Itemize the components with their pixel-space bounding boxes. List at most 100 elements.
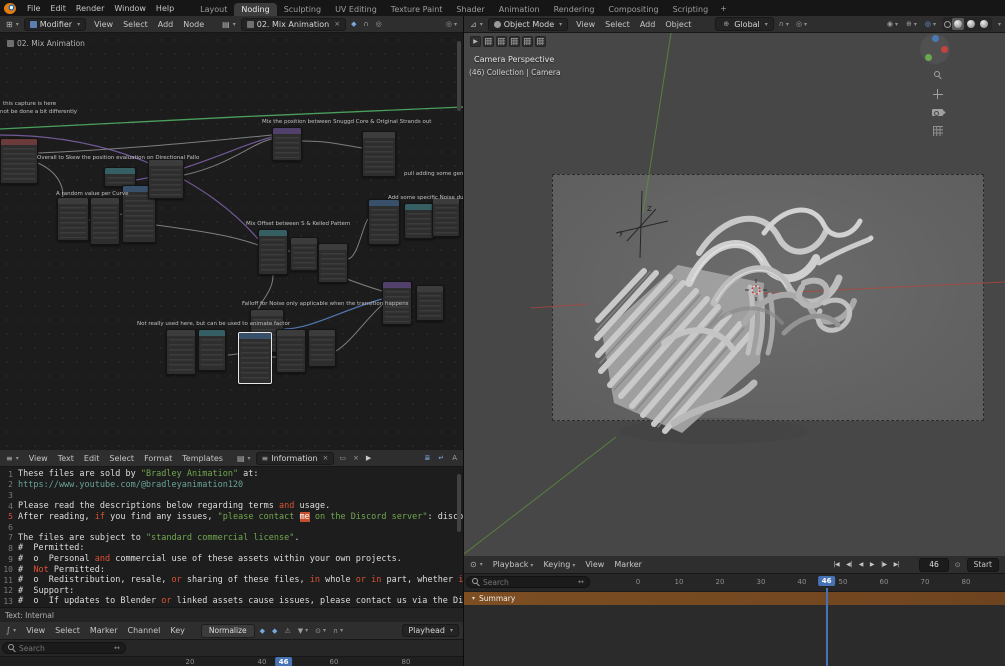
menu-playback[interactable]: Playback ▾ — [488, 559, 539, 570]
menu-object[interactable]: Object — [660, 19, 696, 30]
text-line[interactable]: 11 # o Redistribution, resale, or sharing… — [0, 575, 463, 586]
menu-window[interactable]: Window — [109, 3, 151, 14]
graph-node[interactable] — [318, 243, 348, 283]
normalize-button[interactable]: Normalize — [200, 623, 255, 638]
graph-node[interactable] — [90, 197, 120, 245]
playhead-badge[interactable]: 46 — [274, 657, 293, 666]
snap-magnet-icon[interactable]: ∩ ▾ — [331, 626, 345, 636]
graph-ruler[interactable]: 20 40 60 80 46 — [0, 656, 463, 666]
workspace-tab-animation[interactable]: Animation — [492, 3, 547, 16]
transport-jump-to-end[interactable]: ▶| — [891, 560, 903, 569]
blender-logo-icon[interactable] — [4, 2, 16, 14]
graph-search-field[interactable]: ↔ — [2, 642, 126, 654]
word-wrap-toggle[interactable]: ↵ — [436, 453, 446, 463]
workspace-tab-scripting[interactable]: Scripting — [666, 3, 716, 16]
text-line[interactable]: 7 The files are subject to "standard comm… — [0, 533, 463, 544]
orientation-dropdown[interactable]: ⊕ Global ▾ — [715, 17, 774, 31]
axis-x-handle[interactable] — [941, 46, 948, 53]
graph-node[interactable] — [238, 332, 272, 384]
menu-add[interactable]: Add — [153, 19, 179, 30]
menu-file[interactable]: File — [22, 3, 45, 14]
shading-wireframe-icon[interactable] — [943, 20, 951, 28]
grid-tool-icon[interactable] — [509, 36, 520, 47]
text-datablock[interactable]: ≡ Information × — [255, 451, 335, 465]
menu-view[interactable]: View — [24, 453, 53, 464]
proportional-icon[interactable]: ⊙ ▾ — [313, 626, 328, 636]
graph-node[interactable] — [166, 329, 196, 375]
menu-keying[interactable]: Keying ▾ — [538, 559, 580, 570]
pin-toggle[interactable]: ◆ — [349, 19, 358, 29]
overlays-toggle[interactable]: ◎ ▾ — [444, 19, 459, 29]
node-scrollbar[interactable] — [457, 41, 461, 111]
zoom-icon[interactable] — [933, 71, 942, 79]
shading-solid-button[interactable] — [951, 18, 964, 30]
node-canvas[interactable]: 02. Mix Animation this capture is here no… — [0, 33, 463, 450]
timeline-playhead[interactable] — [825, 588, 828, 666]
grid-tool-icon[interactable] — [522, 36, 533, 47]
transport-next-keyframe[interactable]: |▶ — [878, 560, 890, 569]
timeline-body[interactable] — [464, 605, 1005, 666]
playhead-dropdown[interactable]: Playhead ▾ — [402, 624, 459, 637]
workspace-tab-texture-paint[interactable]: Texture Paint — [384, 3, 450, 16]
add-workspace-button[interactable]: + — [715, 2, 732, 15]
playhead-badge[interactable]: 46 — [817, 576, 836, 586]
tree-type-dropdown[interactable]: Modifier ▾ — [23, 17, 87, 31]
toggle-grid-icon[interactable] — [932, 126, 943, 136]
menu-key[interactable]: Key — [165, 625, 190, 636]
text-line[interactable]: 2 https://www.youtube.com/@bradleyanimati… — [0, 480, 463, 491]
transport-prev-keyframe[interactable]: ◀| — [843, 560, 855, 569]
text-scrollbar[interactable] — [457, 474, 461, 532]
text-line[interactable]: 13 # o If updates to Blender or linked as… — [0, 596, 463, 607]
transport-play[interactable]: ▶ — [867, 560, 877, 569]
text-line[interactable]: 10 # Not Permitted: — [0, 564, 463, 575]
text-browse-button[interactable]: ▤ ▾ — [235, 453, 253, 464]
channel-summary-row[interactable]: ▾ Summary — [464, 592, 1005, 605]
menu-select[interactable]: Select — [118, 19, 153, 30]
unlink-icon[interactable]: × — [323, 454, 329, 462]
grid-tool-icon[interactable] — [483, 36, 494, 47]
graph-node[interactable] — [404, 203, 434, 239]
node-editor-type-button[interactable]: ⊞ ▾ — [4, 19, 21, 30]
close-text-icon[interactable]: × — [351, 453, 361, 463]
open-folder-icon[interactable]: ▭ — [337, 453, 348, 463]
text-line[interactable]: 8 # Permitted: — [0, 543, 463, 554]
graph-node[interactable] — [290, 237, 318, 271]
proportional-toggle[interactable]: ◎ — [374, 19, 384, 29]
mode-dropdown[interactable]: Object Mode ▾ — [487, 17, 569, 31]
nodetree-browse-button[interactable]: ▤ ▾ — [220, 19, 238, 30]
text-line[interactable]: 4 Please read the descriptions below rega… — [0, 501, 463, 512]
start-frame-field[interactable]: Start — [966, 557, 999, 572]
timeline-search-input[interactable] — [483, 577, 575, 587]
graph-node[interactable] — [272, 127, 302, 161]
graph-editor-type-button[interactable]: ∫ ▾ — [4, 625, 18, 636]
navigation-gizmo[interactable] — [920, 34, 950, 64]
menu-view[interactable]: View — [571, 19, 600, 30]
menu-render[interactable]: Render — [71, 3, 109, 14]
menu-templates[interactable]: Templates — [177, 453, 228, 464]
graph-node[interactable] — [198, 329, 226, 371]
menu-format[interactable]: Format — [139, 453, 177, 464]
menu-edit[interactable]: Edit — [45, 3, 71, 14]
menu-view[interactable]: View — [21, 625, 50, 636]
gizmos-dropdown[interactable]: ⊕ ▾ — [904, 19, 919, 29]
workspace-tab-uv-editing[interactable]: UV Editing — [328, 3, 384, 16]
text-line[interactable]: 6 — [0, 522, 463, 533]
menu-help[interactable]: Help — [151, 3, 179, 14]
menu-channel[interactable]: Channel — [123, 625, 166, 636]
graph-node[interactable] — [308, 329, 336, 367]
menu-view[interactable]: View — [580, 559, 609, 570]
menu-select[interactable]: Select — [600, 19, 635, 30]
text-line[interactable]: 5 After reading, if you find any issues, … — [0, 511, 463, 522]
unlink-icon[interactable]: × — [334, 20, 340, 28]
menu-marker[interactable]: Marker — [609, 559, 647, 570]
menu-select[interactable]: Select — [104, 453, 139, 464]
workspace-tab-noding[interactable]: Noding — [234, 3, 277, 16]
overlays-dropdown[interactable]: ◎ ▾ — [923, 19, 938, 29]
graph-node[interactable] — [0, 138, 38, 184]
workspace-tab-shader[interactable]: Shader — [449, 3, 491, 16]
menu-text[interactable]: Text — [53, 453, 79, 464]
line-numbers-toggle[interactable]: ≣ — [422, 453, 432, 463]
graph-node[interactable] — [258, 229, 288, 275]
filter-funnel-icon[interactable]: ▼ ▾ — [296, 626, 310, 636]
text-line[interactable]: 3 — [0, 490, 463, 501]
